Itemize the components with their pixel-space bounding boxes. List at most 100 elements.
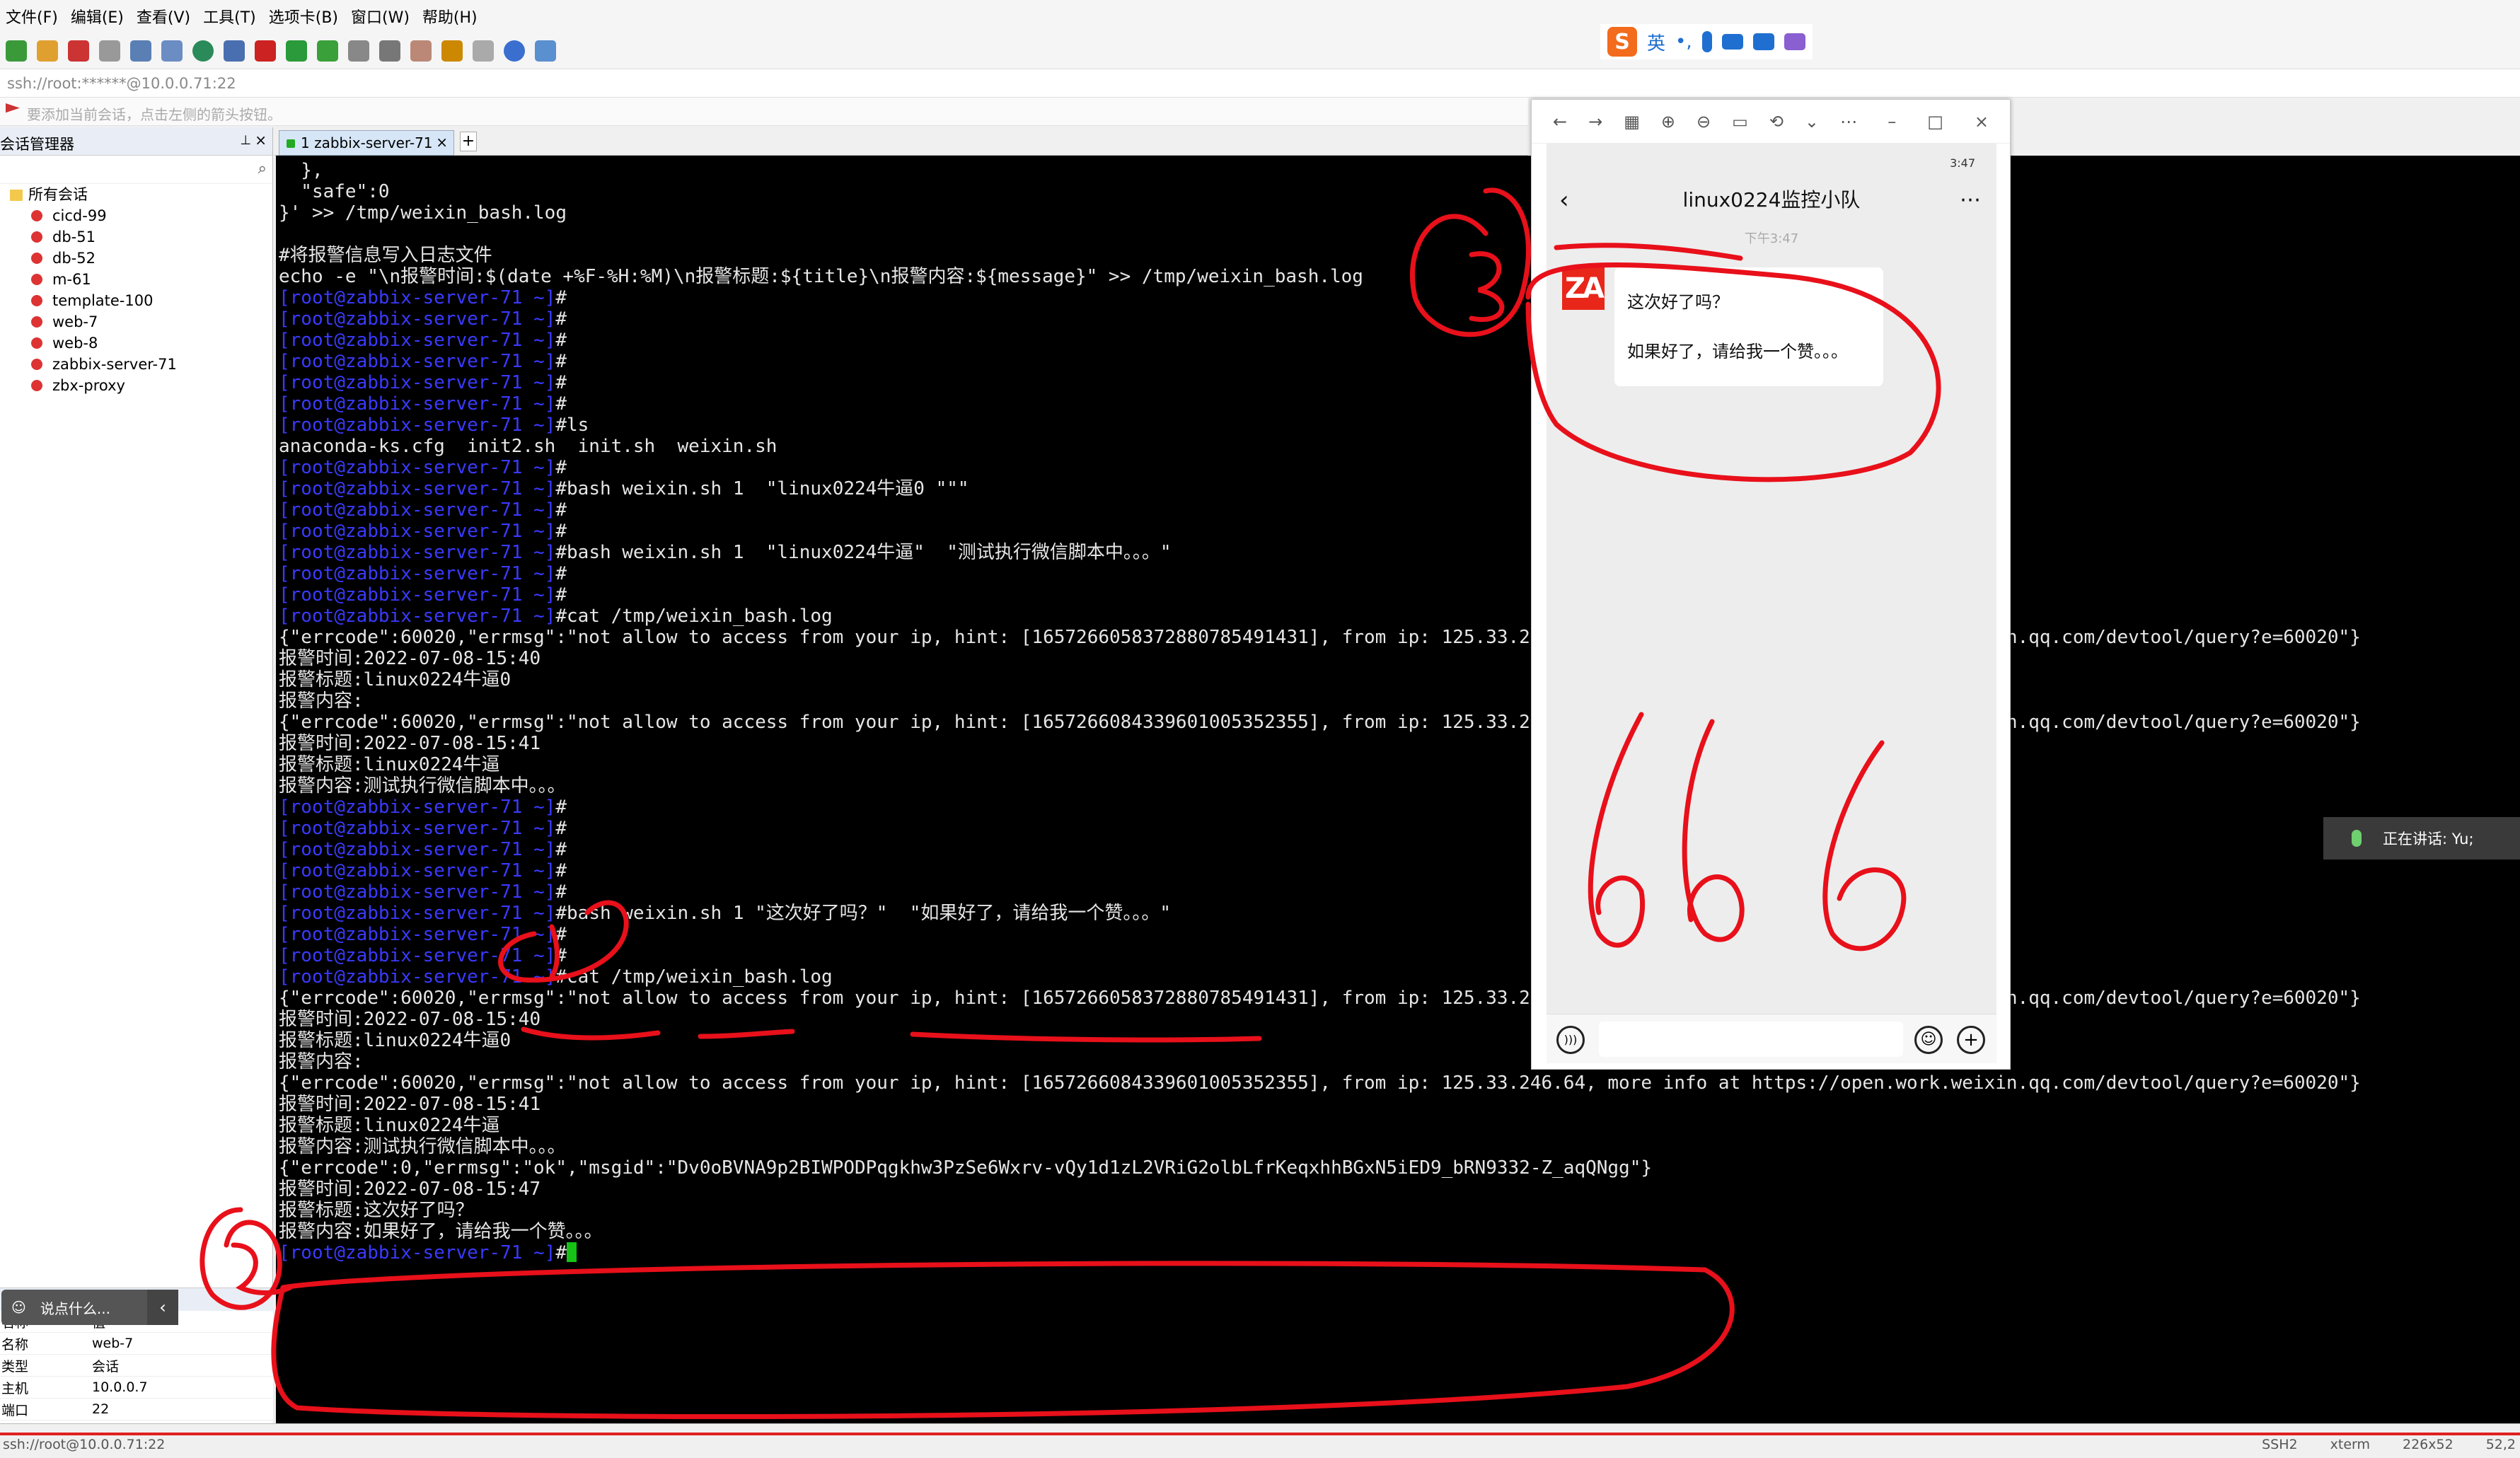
session-label: m-61 [52,271,91,288]
tab-close-icon[interactable]: × [436,134,448,151]
menu-tools[interactable]: 工具(T) [203,5,256,28]
menu-edit[interactable]: 编辑(E) [71,5,124,28]
folder-icon [10,190,23,201]
reconnect-icon[interactable] [68,40,89,62]
session-item[interactable]: db-52 [0,248,272,269]
session-search[interactable]: ⌕ [0,156,272,184]
session-manager-title: 会话管理器 [0,136,74,153]
session-item[interactable]: cicd-99 [0,205,272,226]
skin-shirt-icon[interactable] [1752,33,1774,50]
session-icon [31,231,42,243]
toolbox-grid-icon[interactable] [1784,33,1805,50]
toolbox-icon[interactable] [441,40,463,62]
xftp-icon[interactable] [255,40,276,62]
session-item[interactable]: db-51 [0,226,272,248]
terminal-output-line: {"errcode":60020,"errmsg":"not allow to … [279,712,2361,733]
new-tab-button[interactable]: + [460,132,477,151]
menu-window[interactable]: 窗口(W) [351,5,410,28]
lock-icon[interactable] [348,40,369,62]
dropdown-icon[interactable]: ⌄ [1805,112,1819,132]
open-folder-icon[interactable] [37,40,58,62]
minimize-icon[interactable]: – [1888,112,1896,132]
chat-message: ZA 这次好了吗？ 如果好了，请给我一个赞。。。 [1562,267,1883,386]
grid-icon[interactable]: ▦ [1624,112,1640,132]
close-icon[interactable]: × [255,132,267,149]
chevron-left-icon[interactable]: ‹ [1559,179,1569,221]
chat-header: ‹ linux0224监控小队 ⋯ [1547,179,1996,221]
session-item[interactable]: template-100 [0,290,272,311]
session-icon [31,210,42,221]
screen-icon[interactable]: ▭ [1732,112,1748,132]
talk-widget[interactable]: ☺ 说点什么... ‹ [1,1290,178,1325]
session-label: db-51 [52,228,96,245]
disconnect-icon[interactable] [99,40,120,62]
session-item[interactable]: zbx-proxy [0,375,272,396]
status-term: xterm [2330,1437,2370,1452]
terminal-output-line: 报警时间:2022-07-08-15:40 [279,648,541,669]
session-item[interactable]: web-7 [0,311,272,332]
avatar[interactable]: ZA [1562,267,1605,310]
zoom-in-icon[interactable]: ⊕ [1661,112,1675,132]
more-icon[interactable]: ⋯ [1840,112,1857,132]
session-icon [31,316,42,328]
search-icon[interactable]: ⌕ [258,160,267,178]
wechat-window: ← → ▦ ⊕ ⊖ ▭ ⟲ ⌄ ⋯ – □ × 3:47 ‹ linux0224… [1531,99,2011,1070]
menu-file[interactable]: 文件(F) [6,5,58,28]
emoji-icon[interactable]: ☺ [1914,1026,1943,1054]
properties-icon[interactable] [161,40,183,62]
session-item[interactable]: zabbix-server-71 [0,354,272,375]
layout-icon[interactable] [473,40,494,62]
menu-view[interactable]: 查看(V) [137,5,190,28]
sogou-logo-icon[interactable]: S [1607,27,1637,57]
message-bubble[interactable]: 这次好了吗？ 如果好了，请给我一个赞。。。 [1614,267,1883,386]
help-icon[interactable] [504,40,525,62]
back-arrow-icon[interactable]: ← [1553,112,1567,132]
voice-icon[interactable]: ))) [1556,1026,1585,1054]
rotate-icon[interactable]: ⟲ [1769,112,1784,132]
terminal-prompt-line: [root@zabbix-server-71 ~]# [279,563,567,584]
message-input[interactable] [1599,1022,1903,1057]
fullscreen-icon[interactable] [317,40,338,62]
pin-icon[interactable]: ⊥ [240,133,251,148]
new-session-icon[interactable] [6,40,27,62]
message-line: 如果好了，请给我一个赞。。。 [1627,342,1848,361]
address-bar[interactable]: ssh://root:******@10.0.0.71:22 [0,69,2520,98]
status-connection: ssh://root@10.0.0.71:22 [3,1437,166,1452]
more-dots-icon[interactable]: ⋯ [1960,179,1981,221]
property-key: 主机 [1,1380,29,1396]
plus-icon[interactable]: + [1957,1026,1985,1054]
tree-root[interactable]: 所有会话 [0,184,272,205]
microphone-icon[interactable] [1701,31,1712,52]
keyboard-ime-icon[interactable] [1721,34,1743,50]
terminal-prompt-line: [root@zabbix-server-71 ~]# [279,308,567,330]
menu-help[interactable]: 帮助(H) [422,5,478,28]
speaking-text: 正在讲话: Yu; [2383,831,2474,847]
terminal-prompt-line: [root@zabbix-server-71 ~]# [279,287,567,308]
talk-placeholder: 说点什么... [40,1300,110,1317]
keyboard-icon[interactable] [379,40,400,62]
font-icon[interactable] [224,40,245,62]
forward-arrow-icon[interactable]: → [1588,112,1602,132]
script-icon[interactable] [410,40,432,62]
menu-tabs[interactable]: 选项卡(B) [269,5,338,28]
chat-icon[interactable] [535,40,556,62]
zoom-out-icon[interactable]: ⊖ [1697,112,1711,132]
collapse-arrow-icon[interactable]: ‹ [147,1290,178,1325]
tab-zabbix-server-71[interactable]: 1 zabbix-server-71 × [279,130,454,156]
maximize-icon[interactable]: □ [1927,112,1943,132]
find-icon[interactable] [130,40,151,62]
terminal[interactable]: }, "safe":0}' >> /tmp/weixin_bash.log #将报… [276,156,2520,1423]
ime-toolbar: S 英 •, [1600,24,1813,59]
terminal-prompt-line: [root@zabbix-server-71 ~]# [279,818,567,839]
session-icon [31,274,42,285]
window-close-icon[interactable]: × [1975,112,1989,132]
session-item[interactable]: m-61 [0,269,272,290]
session-manager-header: 会话管理器 ⊥ × [0,127,272,156]
ime-mode[interactable]: 英 [1647,29,1665,55]
globe-icon[interactable] [192,40,214,62]
terminal-output-line: 报警时间:2022-07-08-15:41 [279,1094,541,1115]
ime-punct[interactable]: •, [1675,31,1692,52]
transfer-icon[interactable] [286,40,307,62]
terminal-prompt-line: [root@zabbix-server-71 ~]# [279,330,567,351]
session-item[interactable]: web-8 [0,332,272,354]
